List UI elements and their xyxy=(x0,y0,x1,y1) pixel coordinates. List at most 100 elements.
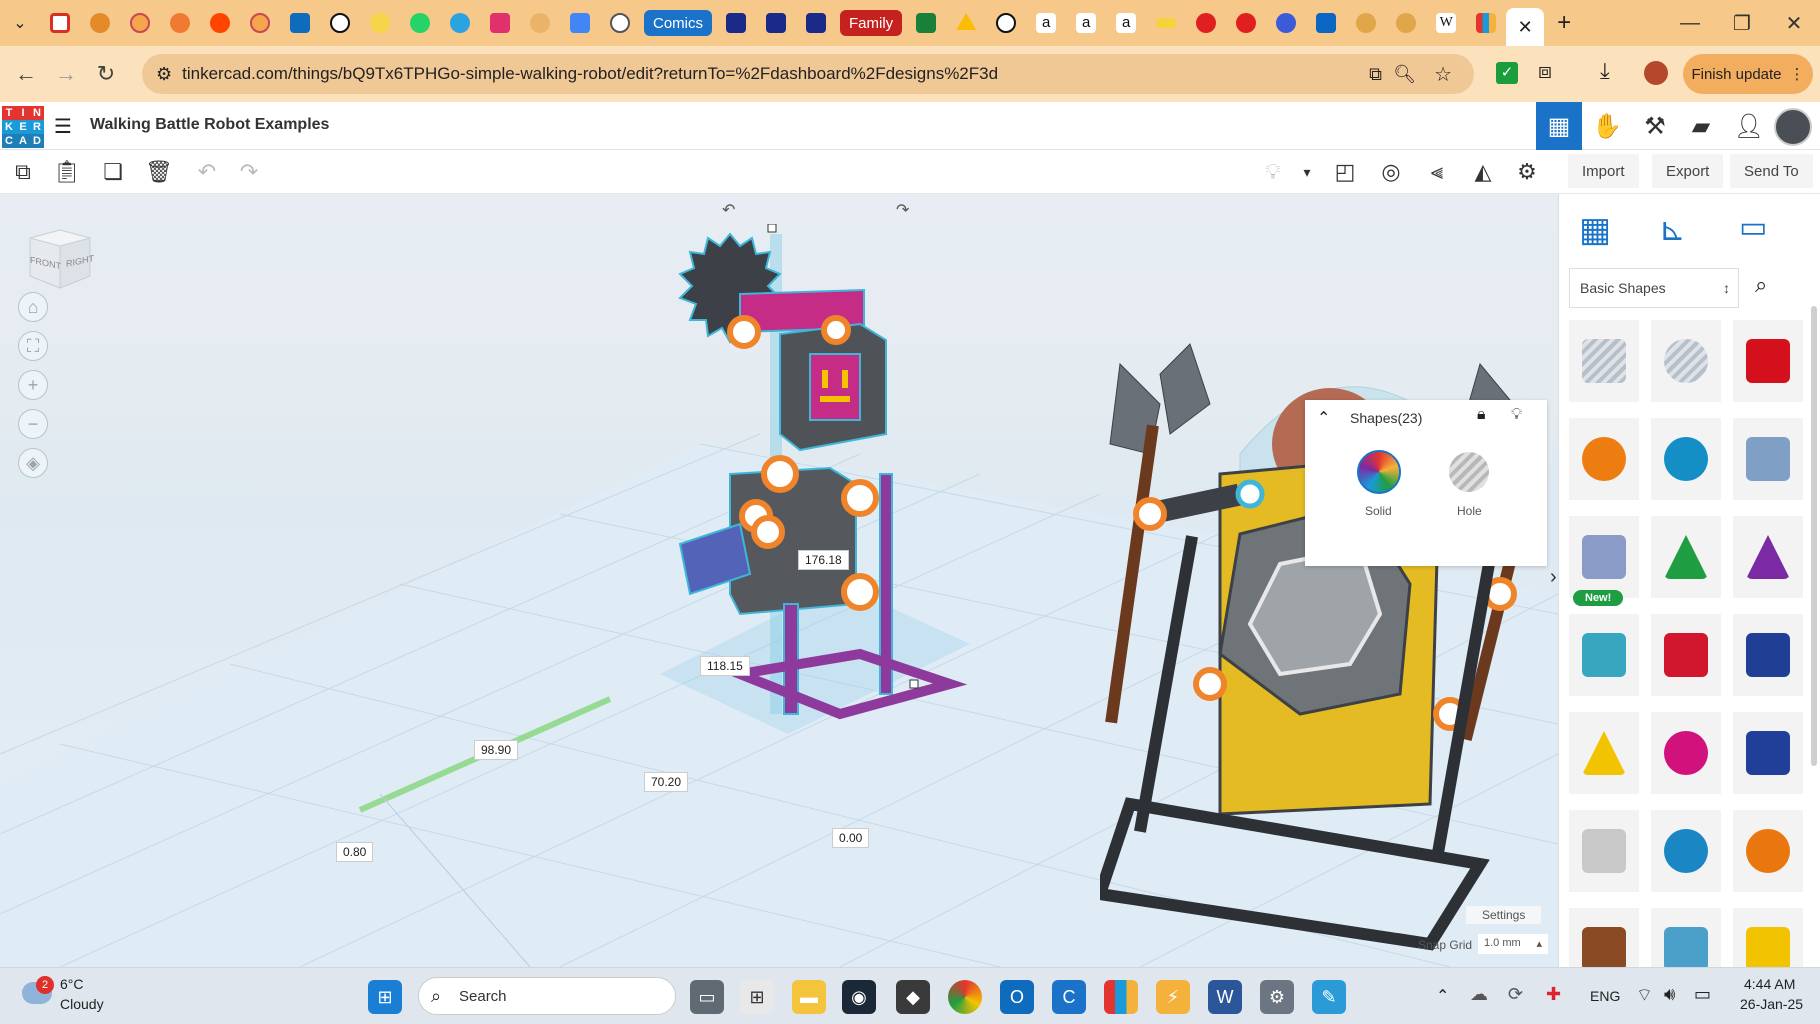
close-window-icon[interactable]: ✕ xyxy=(1768,11,1820,36)
tab-favicon-icon[interactable] xyxy=(1386,0,1426,46)
collapse-chevron-icon[interactable]: ⌃ xyxy=(1317,408,1330,428)
dimension-depth-label[interactable]: 70.20 xyxy=(644,772,689,792)
taskbar-search-box[interactable]: ⌕ Search xyxy=(418,977,676,1015)
volume-icon[interactable]: 🔊︎ xyxy=(1664,984,1675,1005)
design-title[interactable]: Walking Battle Robot Examples xyxy=(90,116,329,134)
delete-icon[interactable]: 🗑︎ xyxy=(142,156,176,188)
task-view-icon[interactable]: ▭ xyxy=(690,980,724,1014)
shape-pen[interactable]: New! xyxy=(1569,516,1639,606)
tab-comics[interactable]: Comics xyxy=(644,10,713,36)
undo-icon[interactable]: ↶ xyxy=(190,156,224,188)
tab-amazon-icon[interactable]: a xyxy=(1026,0,1066,46)
dimension-rotation-label[interactable]: 0.00 xyxy=(832,828,870,848)
extensions-puzzle-icon[interactable]: ⧈ xyxy=(1538,58,1552,84)
chrome-icon[interactable] xyxy=(948,980,982,1014)
align-icon[interactable]: ⫷ xyxy=(1420,156,1454,188)
3d-design-view-icon[interactable]: ▦ xyxy=(1536,102,1582,150)
tab-favicon-icon[interactable] xyxy=(240,0,280,46)
tray-chevron-icon[interactable]: ⌃ xyxy=(1436,986,1449,1006)
outlook-icon[interactable]: O xyxy=(1000,980,1034,1014)
shape-box[interactable] xyxy=(1733,320,1803,402)
tab-favicon-icon[interactable] xyxy=(160,0,200,46)
clock-time[interactable]: 4:44 AM xyxy=(1744,976,1795,992)
ruler-tool-icon[interactable]: ⊾ xyxy=(1659,210,1686,248)
tab-gmail-icon[interactable] xyxy=(40,0,80,46)
tab-reddit-icon[interactable] xyxy=(200,0,240,46)
tab-drive-icon[interactable] xyxy=(946,0,986,46)
expand-panel-chevron-icon[interactable]: › xyxy=(1550,566,1557,589)
notes-tool-icon[interactable]: ▭ xyxy=(1739,210,1767,245)
notes-lightbulb-icon[interactable]: 💡︎ xyxy=(1256,156,1290,188)
tab-wikipedia-icon[interactable]: W xyxy=(1426,0,1466,46)
import-button[interactable]: Import xyxy=(1568,154,1639,188)
mirror-icon[interactable]: ◭ xyxy=(1466,156,1500,188)
tab-youtube-icon[interactable] xyxy=(1226,0,1266,46)
settings-gear-icon[interactable]: ⚙ xyxy=(1260,980,1294,1014)
zoom-in-icon[interactable]: + xyxy=(18,370,48,400)
lock-icon[interactable]: 🔒︎ xyxy=(1477,406,1486,424)
shape-cone[interactable] xyxy=(1733,516,1803,598)
workplane-canvas[interactable]: FRONT RIGHT ⌂ ⛶ + − ◈ ↶ ↷ 176.18 118.15 … xyxy=(0,194,1558,967)
weather-temp[interactable]: 6°C xyxy=(60,976,84,992)
minimize-icon[interactable]: — xyxy=(1664,12,1716,35)
hole-button[interactable] xyxy=(1449,452,1489,492)
shape-tube[interactable] xyxy=(1733,810,1803,892)
blocks-view-icon[interactable]: ✋ xyxy=(1584,102,1630,150)
sync-icon[interactable]: ⟳ xyxy=(1508,984,1523,1005)
briefcase-icon[interactable]: ▰ xyxy=(1678,102,1724,150)
tray-app-icon[interactable]: ✚ xyxy=(1546,984,1561,1005)
shape-roof[interactable] xyxy=(1651,516,1721,598)
tab-telegram-icon[interactable] xyxy=(440,0,480,46)
cruise-icon[interactable]: ⚙ xyxy=(1510,156,1544,188)
tab-close-icon[interactable]: ✕ xyxy=(1506,8,1545,46)
shape-cylinder[interactable] xyxy=(1569,418,1639,500)
forward-icon[interactable]: → xyxy=(46,61,86,87)
scrollbar[interactable] xyxy=(1811,306,1817,766)
fit-view-icon[interactable]: ⛶ xyxy=(18,331,48,361)
tab-youtube-icon[interactable] xyxy=(1186,0,1226,46)
profile-avatar[interactable] xyxy=(1644,61,1668,85)
rotate-handle-icon[interactable]: ↶ xyxy=(722,200,735,220)
shape-category-select[interactable]: Basic Shapes ↕ xyxy=(1569,268,1739,308)
address-bar[interactable]: ⚙ tinkercad.com/things/bQ9Tx6TPHGo-simpl… xyxy=(142,54,1474,94)
open-in-app-icon[interactable]: ⧉ xyxy=(1369,64,1382,85)
tab-favicon-icon[interactable] xyxy=(360,0,400,46)
dimension-offset-label[interactable]: 98.90 xyxy=(474,740,519,760)
zoom-icon[interactable]: 🔍︎ xyxy=(1393,64,1416,85)
shape-half-sphere[interactable] xyxy=(1651,712,1721,794)
copy-icon[interactable]: ⧉ xyxy=(6,156,40,188)
weather-condition[interactable]: Cloudy xyxy=(60,996,104,1012)
address-text[interactable]: tinkercad.com/things/bQ9Tx6TPHGo-simple-… xyxy=(182,64,998,84)
home-view-icon[interactable]: ⌂ xyxy=(18,292,48,322)
shape-paraboloid[interactable] xyxy=(1569,810,1639,892)
shape-box-striped[interactable] xyxy=(1569,320,1639,402)
settings-button[interactable]: Settings xyxy=(1466,906,1542,924)
dimension-height-label[interactable]: 176.18 xyxy=(798,550,849,570)
word-icon[interactable]: W xyxy=(1208,980,1242,1014)
bookmark-star-icon[interactable]: ☆ xyxy=(1434,62,1452,87)
tab-favicon-icon[interactable] xyxy=(1346,0,1386,46)
snap-grid-select[interactable]: 1.0 mm ▴ xyxy=(1478,934,1548,954)
tinkercad-taskbar-icon[interactable] xyxy=(1104,980,1138,1014)
tab-favicon-icon[interactable] xyxy=(600,0,640,46)
back-icon[interactable]: ← xyxy=(6,61,46,87)
shape-cylinder-striped[interactable] xyxy=(1651,320,1721,402)
hide-lightbulb-icon[interactable]: 💡︎ xyxy=(1511,406,1522,424)
search-shapes-icon[interactable]: ⌕ xyxy=(1755,272,1767,298)
tab-linkedin-icon[interactable] xyxy=(1306,0,1346,46)
lesson-plans-icon[interactable]: ⚒ xyxy=(1632,102,1678,150)
view-cube[interactable]: FRONT RIGHT xyxy=(24,224,96,296)
wifi-icon[interactable]: ⌔ xyxy=(1636,984,1653,1007)
tab-favicon-icon[interactable] xyxy=(1266,0,1306,46)
dimension-width-label[interactable]: 118.15 xyxy=(700,656,750,676)
user-avatar[interactable] xyxy=(1774,108,1812,146)
shape-scribble[interactable] xyxy=(1733,418,1803,500)
tab-chatgpt-icon[interactable] xyxy=(986,0,1026,46)
tab-favicon-icon[interactable] xyxy=(716,0,756,46)
tab-sheets-icon[interactable] xyxy=(906,0,946,46)
tab-favicon-icon[interactable] xyxy=(756,0,796,46)
file-explorer-icon[interactable]: ▬ xyxy=(792,980,826,1014)
send-to-button[interactable]: Send To xyxy=(1730,154,1813,188)
tab-instagram-icon[interactable] xyxy=(480,0,520,46)
app-paint-icon[interactable]: ✎ xyxy=(1312,980,1346,1014)
